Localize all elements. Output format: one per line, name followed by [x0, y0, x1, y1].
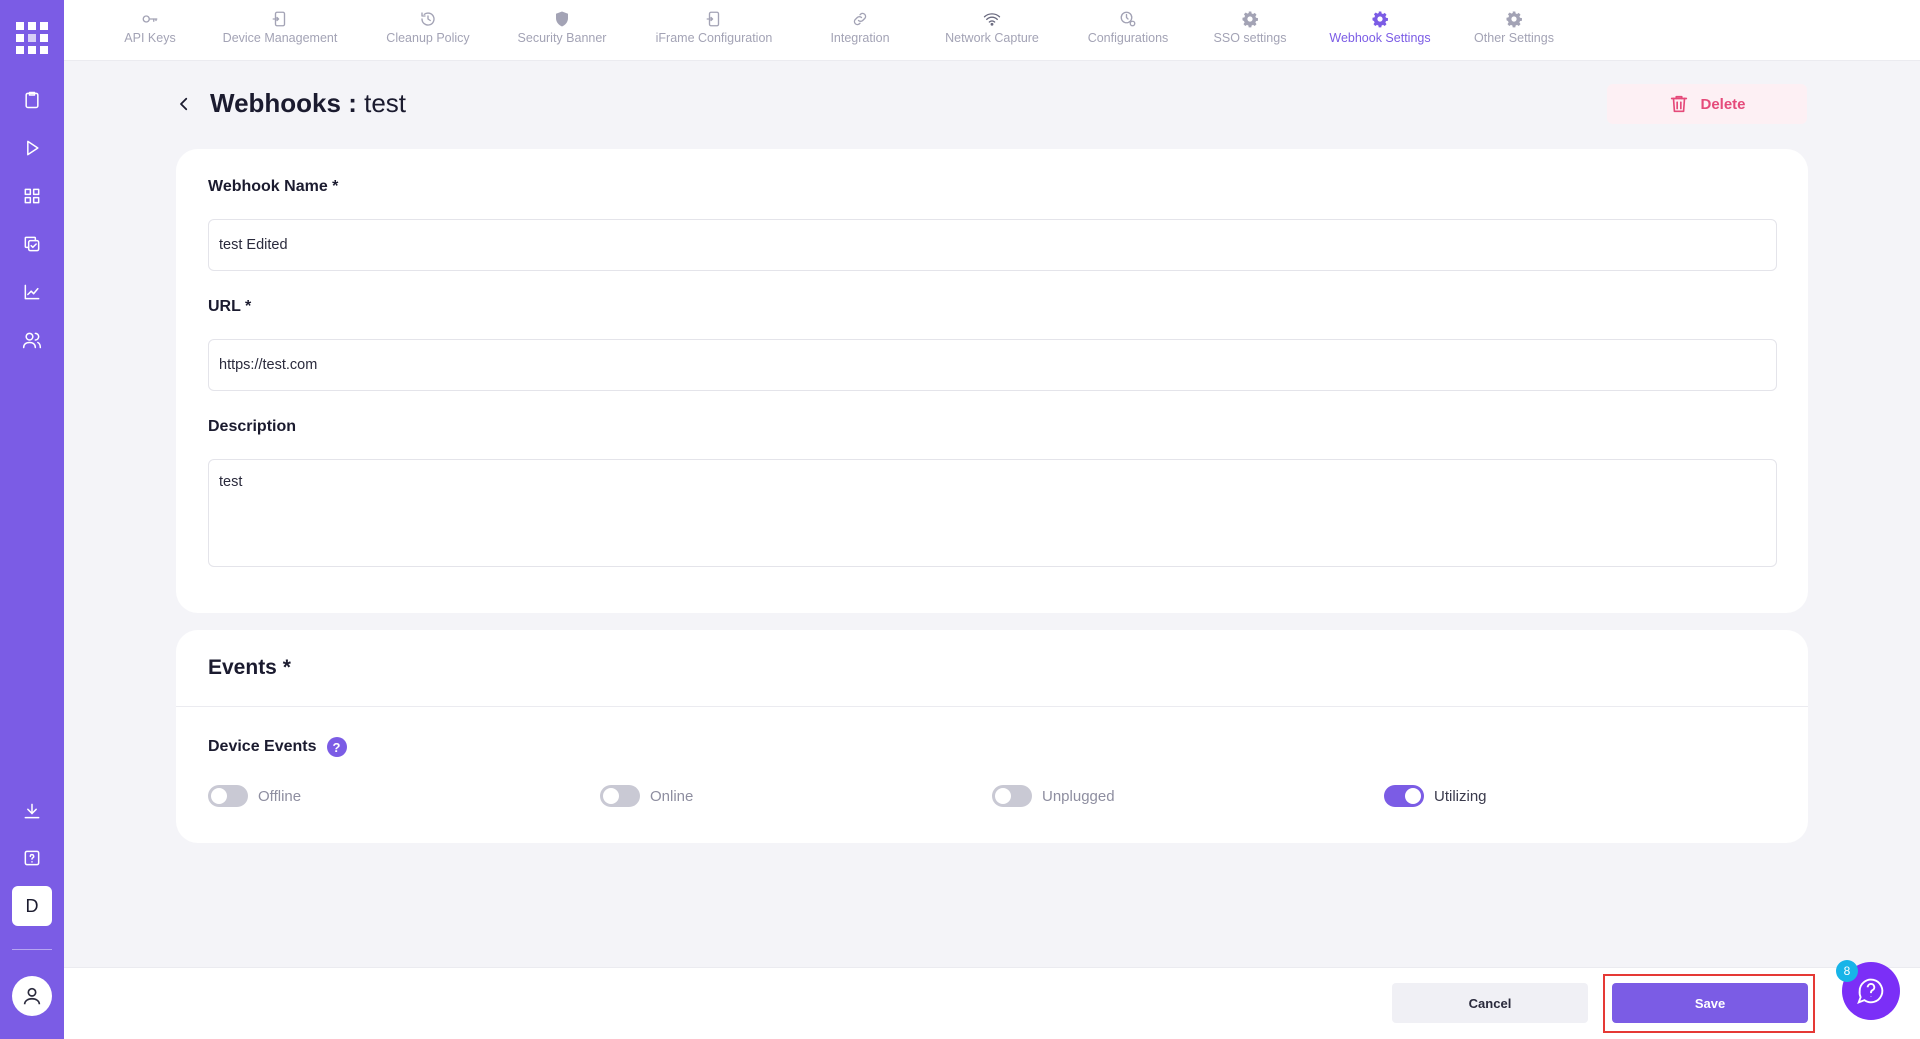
- help-square-icon[interactable]: [20, 846, 44, 870]
- tab-label: API Keys: [124, 31, 176, 45]
- webhook-name-input[interactable]: [208, 219, 1777, 271]
- switch-knob: [603, 788, 619, 804]
- play-icon[interactable]: [20, 136, 44, 160]
- toggle-utilizing: Utilizing: [1384, 785, 1487, 807]
- link-icon: [853, 12, 867, 26]
- unplugged-switch[interactable]: [992, 785, 1032, 807]
- save-button[interactable]: Save: [1612, 983, 1808, 1023]
- sidebar: D: [0, 0, 64, 1039]
- cancel-button[interactable]: Cancel: [1392, 983, 1588, 1023]
- tab-api-keys[interactable]: API Keys: [100, 10, 200, 52]
- help-chat-button[interactable]: 8: [1836, 960, 1900, 1020]
- key-icon: [142, 15, 158, 23]
- tab-configurations[interactable]: Configurations: [1064, 10, 1192, 52]
- tab-label: Security Banner: [517, 31, 607, 45]
- app-logo[interactable]: [16, 22, 48, 54]
- tab-sso-settings[interactable]: SSO settings: [1192, 10, 1308, 52]
- settings-tabs: API Keys Device Management Cleanup Polic…: [64, 0, 1920, 61]
- help-bubble-icon: [1857, 978, 1884, 1004]
- tab-other-settings[interactable]: Other Settings: [1452, 10, 1576, 52]
- switch-knob: [211, 788, 227, 804]
- device-icon: [706, 11, 720, 27]
- toggle-unplugged: Unplugged: [992, 785, 1115, 807]
- tab-label: Device Management: [222, 31, 338, 45]
- toggle-label: Unplugged: [1042, 787, 1115, 805]
- device-events-label: Device Events: [208, 738, 317, 755]
- offline-switch[interactable]: [208, 785, 248, 807]
- gear-icon: [1506, 11, 1522, 28]
- device-icon: [272, 11, 286, 27]
- device-events-header: Device Events ?: [208, 737, 347, 757]
- tab-cleanup-policy[interactable]: Cleanup Policy: [360, 10, 496, 52]
- gear-icon: [1372, 11, 1388, 28]
- utilizing-switch[interactable]: [1384, 785, 1424, 807]
- copy-check-icon[interactable]: [20, 232, 44, 256]
- delete-label: Delete: [1700, 95, 1746, 113]
- events-divider: [176, 706, 1808, 707]
- users-icon[interactable]: [20, 328, 44, 352]
- toggle-offline: Offline: [208, 785, 301, 807]
- tab-network-capture[interactable]: Network Capture: [920, 10, 1064, 52]
- switch-knob: [1405, 788, 1421, 804]
- download-icon[interactable]: [20, 799, 44, 823]
- description-textarea[interactable]: test: [208, 459, 1777, 567]
- grid-icon[interactable]: [20, 184, 44, 208]
- tab-label: iFrame Configuration: [655, 31, 773, 45]
- tab-label: Integration: [830, 31, 890, 45]
- toggle-label: Utilizing: [1434, 787, 1487, 805]
- tab-label: Network Capture: [945, 31, 1039, 45]
- switch-knob: [995, 788, 1011, 804]
- tab-integration[interactable]: Integration: [800, 10, 920, 52]
- online-switch[interactable]: [600, 785, 640, 807]
- page-title-prefix: Webhooks :: [210, 88, 365, 118]
- page-title: Webhooks : test: [210, 88, 406, 119]
- tab-webhook-settings[interactable]: Webhook Settings: [1308, 10, 1452, 52]
- url-label: URL *: [208, 298, 252, 315]
- delete-button[interactable]: Delete: [1607, 84, 1807, 124]
- shield-icon: [556, 11, 568, 27]
- webhook-form-card: Webhook Name * URL * Description test: [176, 149, 1808, 613]
- workspace-badge[interactable]: D: [12, 886, 52, 926]
- tab-label: Webhook Settings: [1329, 31, 1431, 45]
- clipboard-icon[interactable]: [20, 88, 44, 112]
- tab-label: Other Settings: [1474, 31, 1554, 45]
- toggle-label: Offline: [258, 787, 302, 805]
- chart-line-icon[interactable]: [20, 280, 44, 304]
- tab-iframe-configuration[interactable]: iFrame Configuration: [628, 10, 800, 52]
- toggle-label: Online: [650, 787, 694, 805]
- back-button[interactable]: [172, 92, 196, 116]
- user-avatar[interactable]: [12, 976, 52, 1016]
- notification-badge: 8: [1836, 960, 1858, 982]
- events-card: Events * Device Events ? Offline Online …: [176, 630, 1808, 843]
- tab-label: Configurations: [1087, 31, 1169, 45]
- gear-icon: [1242, 11, 1258, 28]
- help-icon[interactable]: ?: [326, 737, 347, 757]
- tab-device-management[interactable]: Device Management: [200, 10, 360, 52]
- webhook-name-label: Webhook Name *: [208, 178, 339, 195]
- sidebar-divider: [12, 949, 52, 950]
- clock-gear-icon: [1120, 11, 1136, 27]
- chevron-left-icon: [180, 97, 188, 111]
- tab-label: Cleanup Policy: [386, 31, 470, 45]
- url-input[interactable]: [208, 339, 1777, 391]
- toggle-online: Online: [600, 785, 693, 807]
- events-title: Events *: [208, 656, 291, 679]
- tab-security-banner[interactable]: Security Banner: [496, 10, 628, 52]
- history-icon: [421, 12, 435, 26]
- trash-icon: [1671, 95, 1688, 113]
- tab-label: SSO settings: [1213, 31, 1287, 45]
- page-title-name: test: [364, 88, 407, 118]
- description-label: Description: [208, 418, 297, 435]
- wifi-icon: [983, 13, 1001, 26]
